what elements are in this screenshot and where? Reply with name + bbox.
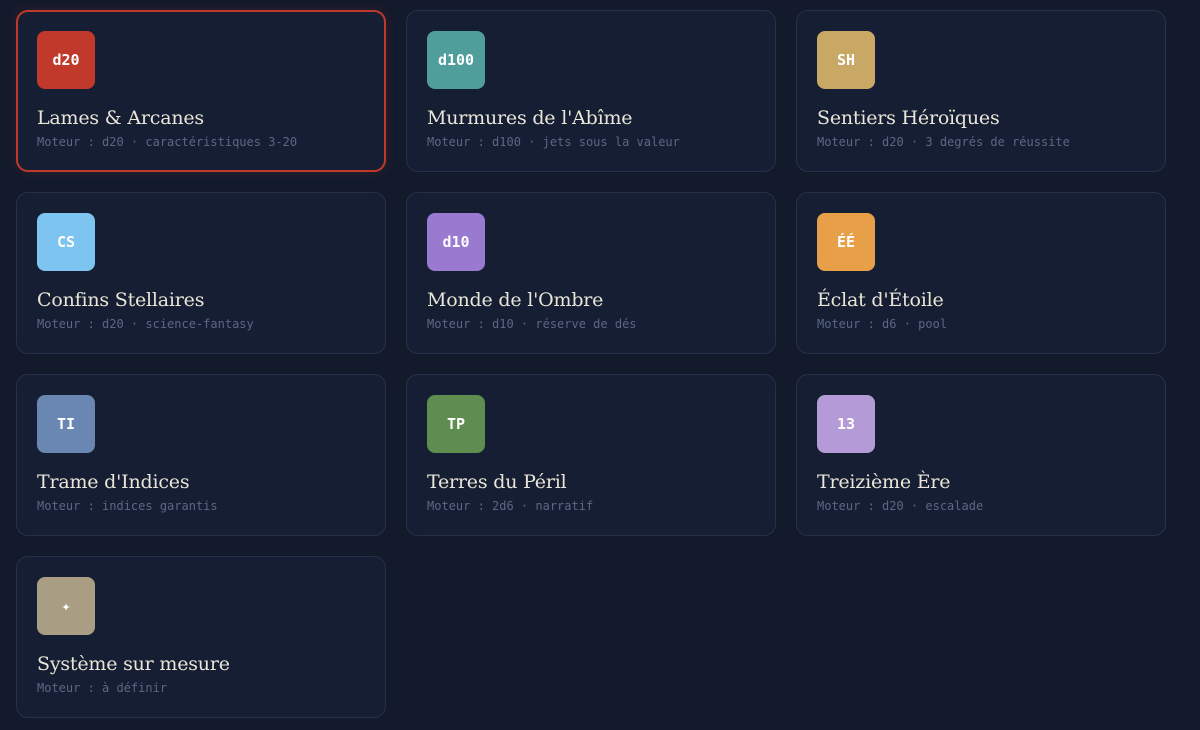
system-title: Système sur mesure — [37, 653, 230, 675]
cs-badge-icon: CS — [37, 213, 95, 271]
system-engine: Moteur : à définir — [37, 681, 168, 695]
system-card-sentiers-heroiques[interactable]: SH Sentiers Héroïques Moteur : d20 · 3 d… — [796, 10, 1166, 172]
system-card-lames-arcanes[interactable]: d20 Lames & Arcanes Moteur : d20 · carac… — [16, 10, 386, 172]
system-engine: Moteur : 2d6 · narratif — [427, 499, 594, 513]
ee-badge-icon: ÉÉ — [817, 213, 875, 271]
system-engine: Moteur : d20 · science-fantasy — [37, 317, 254, 331]
system-engine: Moteur : d20 · escalade — [817, 499, 984, 513]
system-card-eclat-etoile[interactable]: ÉÉ Éclat d'Étoile Moteur : d6 · pool — [796, 192, 1166, 354]
sparkle-icon: ✦ — [37, 577, 95, 635]
system-title: Sentiers Héroïques — [817, 107, 1000, 129]
d10-badge-icon: d10 — [427, 213, 485, 271]
tp-badge-icon: TP — [427, 395, 485, 453]
system-title: Monde de l'Ombre — [427, 289, 604, 311]
system-title: Terres du Péril — [427, 471, 567, 493]
d20-badge-icon: d20 — [37, 31, 95, 89]
system-card-monde-ombre[interactable]: d10 Monde de l'Ombre Moteur : d10 · rése… — [406, 192, 776, 354]
system-title: Treizième Ère — [817, 471, 951, 493]
system-card-treizieme-ere[interactable]: 13 Treizième Ère Moteur : d20 · escalade — [796, 374, 1166, 536]
system-card-trame-indices[interactable]: TI Trame d'Indices Moteur : indices gara… — [16, 374, 386, 536]
d100-badge-icon: d100 — [427, 31, 485, 89]
system-engine: Moteur : d20 · 3 degrés de réussite — [817, 135, 1070, 149]
ti-badge-icon: TI — [37, 395, 95, 453]
system-engine: Moteur : d6 · pool — [817, 317, 948, 331]
system-engine: Moteur : d10 · réserve de dés — [427, 317, 637, 331]
game-system-grid: d20 Lames & Arcanes Moteur : d20 · carac… — [16, 10, 1166, 718]
thirteen-badge-icon: 13 — [817, 395, 875, 453]
system-title: Trame d'Indices — [37, 471, 190, 493]
system-title: Confins Stellaires — [37, 289, 205, 311]
system-engine: Moteur : d20 · caractéristiques 3-20 — [37, 135, 298, 149]
system-card-confins-stellaires[interactable]: CS Confins Stellaires Moteur : d20 · sci… — [16, 192, 386, 354]
system-engine: Moteur : d100 · jets sous la valeur — [427, 135, 680, 149]
system-title: Lames & Arcanes — [37, 107, 204, 129]
system-engine: Moteur : indices garantis — [37, 499, 218, 513]
system-title: Murmures de l'Abîme — [427, 107, 633, 129]
system-card-sur-mesure[interactable]: ✦ Système sur mesure Moteur : à définir — [16, 556, 386, 718]
system-card-murmures-abime[interactable]: d100 Murmures de l'Abîme Moteur : d100 ·… — [406, 10, 776, 172]
system-card-terres-peril[interactable]: TP Terres du Péril Moteur : 2d6 · narrat… — [406, 374, 776, 536]
system-title: Éclat d'Étoile — [817, 289, 944, 311]
sh-badge-icon: SH — [817, 31, 875, 89]
